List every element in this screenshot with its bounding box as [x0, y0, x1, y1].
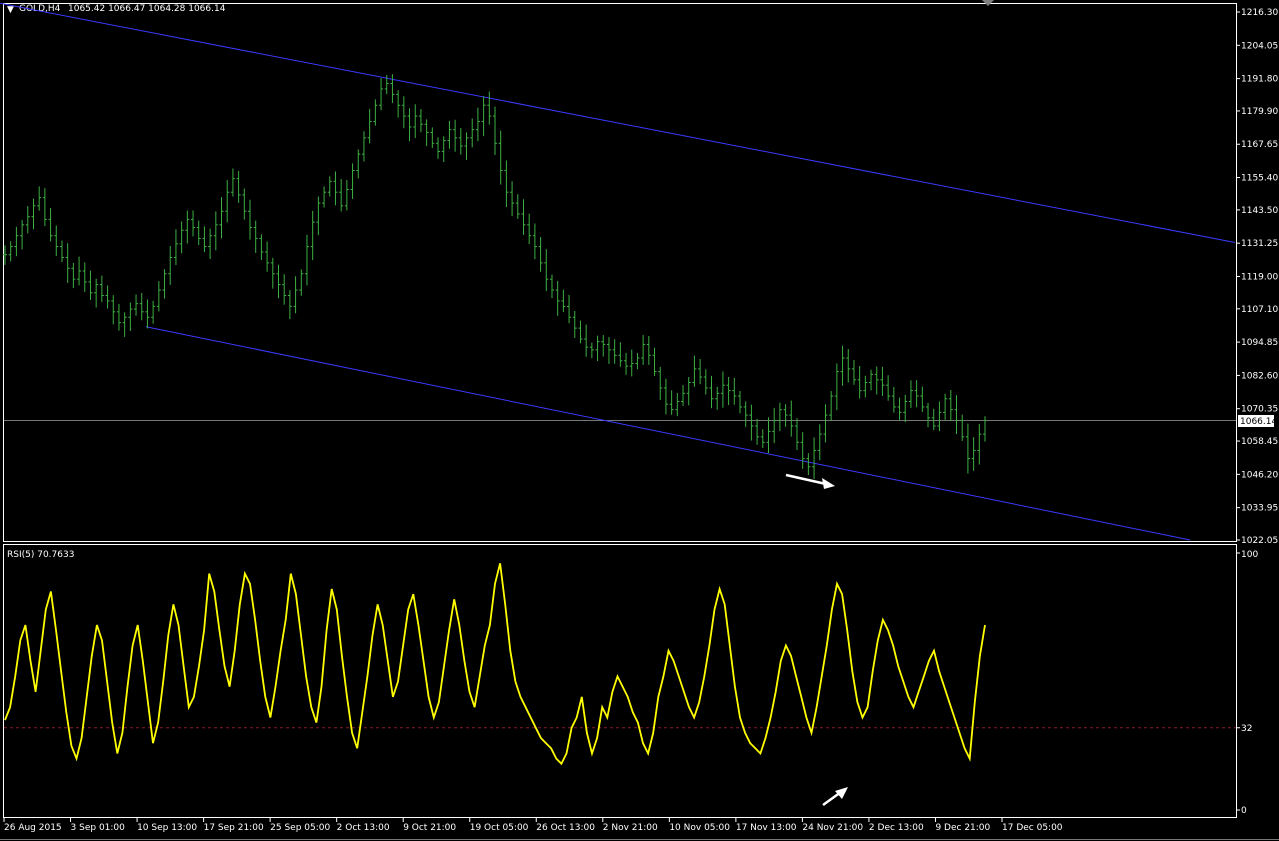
y-tick-label: 1143.50 [1241, 206, 1278, 216]
rsi-title: RSI(5) 70.7633 [7, 550, 74, 560]
x-tick-label: 26 Aug 2015 [4, 823, 62, 833]
x-tick-label: 9 Dec 21:00 [935, 823, 990, 833]
chart-window: ▼ GOLD,H4 1065.42 1066.47 1064.28 1066.1… [0, 0, 1279, 841]
x-tick-label: 17 Sep 21:00 [204, 823, 264, 833]
current-price-tag: 1066.14 [1238, 415, 1277, 427]
y-tick-label: 1131.25 [1241, 239, 1278, 249]
y-tick-label: 1216.30 [1241, 8, 1278, 18]
x-tick-label: 2 Oct 13:00 [337, 823, 390, 833]
y-tick-label: 1058.45 [1241, 437, 1278, 447]
x-tick-label: 10 Sep 13:00 [137, 823, 197, 833]
y-tick-label: 1082.60 [1241, 371, 1278, 381]
x-tick-label: 10 Nov 05:00 [669, 823, 730, 833]
x-tick-label: 17 Nov 13:00 [736, 823, 797, 833]
y-tick-label: 1179.90 [1241, 107, 1278, 117]
y-tick-label: 1033.95 [1241, 504, 1278, 514]
y-tick-label: 1155.40 [1241, 174, 1278, 184]
y-tick-label: 1107.10 [1241, 305, 1278, 315]
x-tick-label: 19 Oct 05:00 [470, 823, 529, 833]
current-price-value: 1066.14 [1240, 417, 1277, 427]
x-tick-label: 3 Sep 01:00 [71, 823, 126, 833]
x-tick-label: 2 Nov 21:00 [603, 823, 658, 833]
y-tick-label: 1204.05 [1241, 41, 1278, 51]
ohlc-label: 1065.42 1066.47 1064.28 1066.14 [68, 4, 226, 14]
y-tick-label: 1022.05 [1241, 536, 1278, 546]
y-tick-label: 1070.35 [1241, 405, 1278, 415]
dropdown-triangle-icon[interactable]: ▼ [7, 5, 14, 15]
x-tick-label: 24 Nov 21:00 [802, 823, 863, 833]
rsi-tick-label: 0 [1241, 806, 1247, 816]
rsi-tick-label: 32 [1241, 724, 1252, 734]
y-tick-label: 1094.85 [1241, 338, 1278, 348]
x-tick-label: 26 Oct 13:00 [536, 823, 595, 833]
symbol-label: GOLD,H4 [19, 4, 61, 14]
y-tick-label: 1046.20 [1241, 470, 1278, 480]
x-tick-label: 9 Oct 21:00 [403, 823, 456, 833]
y-tick-label: 1167.65 [1241, 140, 1278, 150]
y-tick-label: 1191.80 [1241, 75, 1278, 85]
y-tick-label: 1119.00 [1241, 272, 1278, 282]
x-tick-label: 17 Dec 05:00 [1002, 823, 1063, 833]
x-tick-label: 2 Dec 13:00 [869, 823, 924, 833]
x-tick-label: 25 Sep 05:00 [270, 823, 330, 833]
rsi-tick-label: 100 [1241, 550, 1258, 560]
